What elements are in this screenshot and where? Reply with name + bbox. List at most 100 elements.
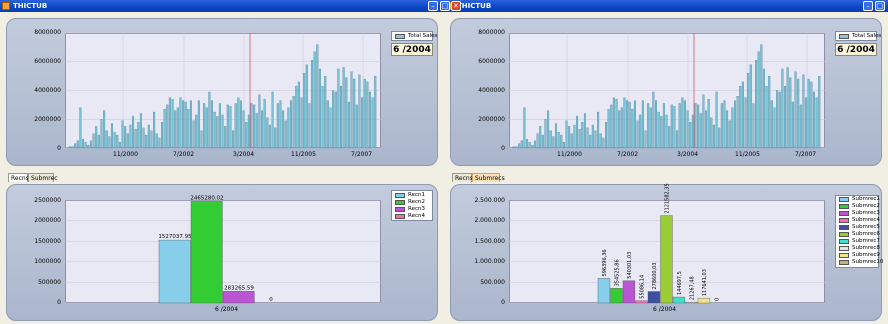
window-title: THICTUB <box>457 2 492 10</box>
maximize-button[interactable]: □ <box>440 1 450 11</box>
sales-bar <box>699 113 702 149</box>
sales-bar <box>316 44 319 149</box>
sales-bar <box>97 134 100 149</box>
series-bar <box>635 300 648 304</box>
sales-bar <box>216 116 219 149</box>
sales-bar <box>741 81 744 149</box>
sales-bar <box>242 110 245 149</box>
title-bar[interactable]: THICTUB <box>0 0 444 12</box>
window-left: THICTUB 8000000 6000000 4000000 2000000 … <box>0 0 444 324</box>
sales-bar <box>163 109 166 149</box>
sales-bar <box>353 78 356 149</box>
sales-bar <box>224 126 227 149</box>
sales-bar <box>295 86 298 149</box>
sales-bar <box>345 77 348 149</box>
sales-bar <box>602 137 605 149</box>
sales-bar <box>203 103 206 149</box>
sales-bar <box>683 100 686 149</box>
sales-bar <box>182 100 185 149</box>
sales-bar <box>205 107 208 149</box>
sales-bar <box>368 91 371 149</box>
data-label: 117641,03 <box>702 269 708 296</box>
sales-bar <box>515 146 518 149</box>
sales-bar <box>541 134 544 149</box>
sales-bar <box>171 98 174 149</box>
sales-chart-svg <box>65 32 381 149</box>
sales-bar <box>226 104 229 149</box>
sales-bar <box>297 81 300 149</box>
sales-bar <box>789 77 792 149</box>
series-bar <box>697 297 711 304</box>
sales-bar <box>229 106 232 149</box>
sales-bar <box>770 100 773 149</box>
sales-bar <box>160 121 164 149</box>
sales-bar <box>523 107 526 149</box>
breakdown-chart-svg: 1527037.95 2465280.02 283265.59 0 <box>65 195 381 304</box>
sales-bar <box>649 107 652 149</box>
sales-bar <box>247 114 250 149</box>
sales-bar <box>652 91 655 149</box>
title-bar[interactable]: THICTUB <box>444 0 888 12</box>
sales-bar <box>799 104 802 149</box>
sales-bar <box>705 110 708 149</box>
sales-bar <box>715 91 718 149</box>
sales-bar <box>100 119 103 149</box>
sales-bar <box>210 100 214 149</box>
sales-bar <box>92 133 95 149</box>
data-label: 2121582,35 <box>664 183 670 213</box>
sales-bar <box>531 144 534 149</box>
series-bar <box>685 301 698 304</box>
sales-bar <box>654 100 658 149</box>
sales-bar <box>334 91 337 149</box>
sales-bar <box>68 146 71 149</box>
sales-bar <box>129 124 132 149</box>
sales-bar <box>355 104 358 149</box>
sales-bar <box>807 78 810 149</box>
sales-bar <box>747 73 750 149</box>
window-title: THICTUB <box>13 2 48 10</box>
sales-bar <box>263 98 266 149</box>
sales-bar <box>512 146 515 149</box>
sales-bar <box>631 109 634 149</box>
sales-bar <box>71 146 74 149</box>
sales-bar <box>253 104 256 149</box>
tab-submrec[interactable]: Submrec <box>28 173 58 182</box>
sales-bar <box>108 136 111 149</box>
tab-recns[interactable]: Recns <box>8 173 29 182</box>
sales-bar <box>720 103 723 149</box>
data-label: 278600,03 <box>652 262 658 289</box>
sales-bar <box>755 60 758 149</box>
sales-bar <box>718 127 721 149</box>
close-button[interactable]: ✕ <box>451 1 461 11</box>
sales-bar <box>200 130 203 149</box>
sales-bar <box>797 78 800 149</box>
sales-bar <box>150 130 153 149</box>
sales-bar <box>810 81 813 149</box>
minimize-button[interactable]: – <box>428 1 438 11</box>
tab-recns[interactable]: Recns <box>452 173 473 182</box>
tab-submrecs[interactable]: Submrecs <box>472 173 505 182</box>
maximize-button[interactable]: □ <box>875 1 885 11</box>
sales-bar <box>308 103 311 149</box>
sales-bar <box>350 71 353 149</box>
sales-bar <box>147 124 150 149</box>
sales-bar <box>686 110 689 149</box>
sales-bar <box>179 97 182 149</box>
sales-bar <box>289 100 293 149</box>
sales-bar <box>612 97 615 149</box>
sales-bar <box>168 97 171 149</box>
sales-bar <box>118 142 121 149</box>
data-label: 540301,03 <box>627 252 633 279</box>
sales-bar <box>591 124 594 149</box>
sales-bar <box>518 143 521 149</box>
minimize-button[interactable]: – <box>863 1 873 11</box>
sales-bar <box>142 127 145 149</box>
sales-bar <box>791 101 794 149</box>
app-icon <box>2 2 10 10</box>
sales-bar <box>184 101 187 149</box>
sales-bar <box>694 103 697 149</box>
sales-bar <box>594 130 597 149</box>
sales-bar <box>783 86 787 149</box>
sales-bar <box>673 106 676 149</box>
sales-bar <box>84 142 87 149</box>
